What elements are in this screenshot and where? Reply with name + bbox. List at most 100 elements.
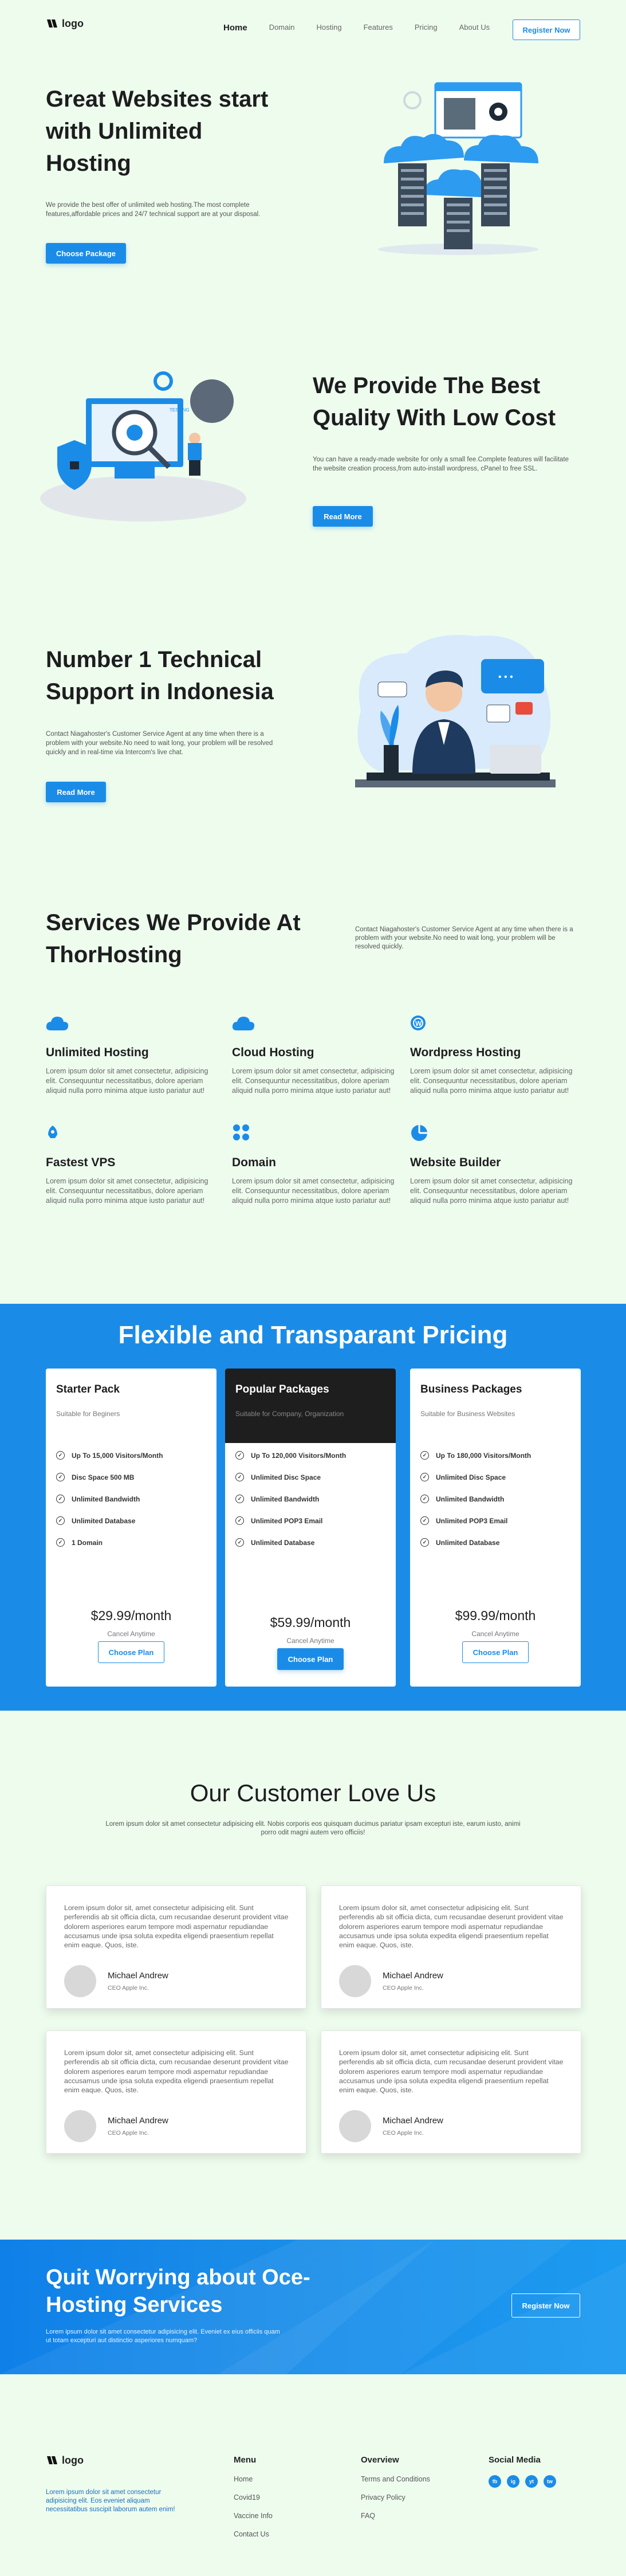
footer-overview-title: Overview xyxy=(361,2455,399,2465)
service-text: Lorem ipsum dolor sit amet consectetur, … xyxy=(46,1067,208,1095)
footer-link-covid19[interactable]: Covid19 xyxy=(234,2493,273,2501)
plan-feature: ✓ Unlimited Disc Space xyxy=(420,1473,570,1481)
service-title: Unlimited Hosting xyxy=(46,1046,149,1059)
plan-feature: ✓ Unlimited Bandwidth xyxy=(420,1495,570,1503)
testimonial-name: Michael Andrew xyxy=(383,1971,443,1981)
plan-feature: ✓ Up To 180,000 Visitors/Month xyxy=(420,1451,570,1460)
footer-link-contact-us[interactable]: Contact Us xyxy=(234,2530,273,2538)
testimonial-text: Lorem ipsum dolor sit, amet consectetur … xyxy=(339,1904,564,1950)
plan-feature: ✓ 1 Domain xyxy=(56,1538,206,1547)
service-title: Fastest VPS xyxy=(46,1156,116,1169)
service-text: Lorem ipsum dolor sit amet consectetur, … xyxy=(410,1067,573,1095)
service-card-wordpress-hosting[interactable]: W Wordpress Hosting Lorem ipsum dolor si… xyxy=(410,1013,576,1096)
logo-text: logo xyxy=(62,2454,84,2466)
nav-link-domain[interactable]: Domain xyxy=(269,23,295,33)
nav-link-about[interactable]: About Us xyxy=(459,23,490,33)
plan-price: $29.99/month xyxy=(90,1608,172,1623)
avatar xyxy=(339,1965,371,1997)
footer-link-privacy[interactable]: Privacy Policy xyxy=(361,2493,430,2501)
footer-overview: Overview Terms and Conditions Privacy Po… xyxy=(361,2455,430,2520)
nav-link-home[interactable]: Home xyxy=(223,23,247,33)
chat-bubble-dots: • • • xyxy=(498,672,513,682)
plan-feature: ✓ Unlimited Database xyxy=(420,1538,570,1547)
check-icon: ✓ xyxy=(235,1451,244,1460)
plan-feature: ✓ Unlimited Database xyxy=(56,1516,206,1525)
testimonial-name: Michael Andrew xyxy=(108,1971,168,1981)
check-icon: ✓ xyxy=(420,1473,429,1481)
service-text: Lorem ipsum dolor sit amet consectetur, … xyxy=(232,1177,395,1205)
check-icon: ✓ xyxy=(56,1538,65,1547)
testimonial-role: CEO Apple Inc. xyxy=(108,1985,149,1991)
wordpress-icon: W xyxy=(411,1015,426,1030)
navbar: logo Home Domain Hosting Features Pricin… xyxy=(46,17,580,40)
service-card-cloud-hosting[interactable]: Cloud Hosting Lorem ipsum dolor sit amet… xyxy=(232,1013,398,1096)
facebook-icon[interactable]: fb xyxy=(489,2475,501,2488)
testimonial-card: Lorem ipsum dolor sit, amet consectetur … xyxy=(46,2030,306,2154)
quality-read-more-button[interactable]: Read More xyxy=(313,506,373,527)
testimonial-text: Lorem ipsum dolor sit, amet consectetur … xyxy=(64,1904,289,1950)
quality-title: We Provide The Best Quality With Low Cos… xyxy=(313,373,556,430)
nav-link-features[interactable]: Features xyxy=(364,23,393,33)
choose-plan-button[interactable]: Choose Plan xyxy=(277,1648,344,1670)
plan-subtitle: Suitable for Business Websites xyxy=(420,1410,515,1418)
hero-illustration xyxy=(378,82,538,255)
services-title: Services We Provide At ThorHosting xyxy=(46,910,301,967)
plan-card-starter: Starter Pack Suitable for Beginers ✓ Up T… xyxy=(46,1369,216,1687)
footer-link-terms[interactable]: Terms and Conditions xyxy=(361,2475,430,2483)
nav-register-button[interactable]: Register Now xyxy=(513,19,580,40)
screen-label: TESTING xyxy=(170,407,190,413)
services-intro: Contact Niagahoster's Customer Service A… xyxy=(355,926,573,950)
footer-logo[interactable]: logo xyxy=(46,2454,84,2467)
testimonial-role: CEO Apple Inc. xyxy=(383,2130,424,2136)
footer-link-faq[interactable]: FAQ xyxy=(361,2512,430,2520)
cta-register-button[interactable]: Register Now xyxy=(511,2293,580,2318)
testimonial-role: CEO Apple Inc. xyxy=(108,2130,149,2136)
twitter-icon[interactable]: tw xyxy=(544,2475,556,2488)
logo-icon xyxy=(47,2456,57,2464)
testimonial-name: Michael Andrew xyxy=(108,2116,168,2126)
plan-name: Starter Pack xyxy=(56,1383,120,1395)
cta-title: Quit Worrying about Oce-Hosting Services xyxy=(46,2265,310,2317)
service-card-unlimited-hosting[interactable]: Unlimited Hosting Lorem ipsum dolor sit … xyxy=(46,1013,212,1096)
plan-price: $99.99/month xyxy=(455,1608,536,1623)
service-text: Lorem ipsum dolor sit amet consectetur, … xyxy=(46,1177,208,1205)
footer-link-home[interactable]: Home xyxy=(234,2475,273,2483)
grid-icon xyxy=(233,1124,249,1140)
check-icon: ✓ xyxy=(420,1538,429,1547)
nav-link-hosting[interactable]: Hosting xyxy=(316,23,341,33)
testimonial-name: Michael Andrew xyxy=(383,2116,443,2126)
avatar xyxy=(64,1965,96,1997)
choose-package-button[interactable]: Choose Package xyxy=(46,243,126,264)
cloud-icon xyxy=(232,1017,255,1030)
check-icon: ✓ xyxy=(56,1495,65,1503)
footer-social-title: Social Media xyxy=(489,2455,541,2465)
plan-cancel-text: Cancel Anytime xyxy=(471,1630,519,1638)
choose-plan-button[interactable]: Choose Plan xyxy=(98,1641,164,1663)
youtube-icon[interactable]: yt xyxy=(525,2475,538,2488)
service-card-fastest-vps[interactable]: Fastest VPS Lorem ipsum dolor sit amet c… xyxy=(46,1123,212,1206)
choose-plan-button[interactable]: Choose Plan xyxy=(462,1641,529,1663)
cta-text: Lorem ipsum dolor sit amet consectetur a… xyxy=(46,2328,280,2344)
plan-feature: ✓ Unlimited Disc Space xyxy=(235,1473,385,1481)
testimonial-text: Lorem ipsum dolor sit, amet consectetur … xyxy=(339,2049,564,2095)
check-icon: ✓ xyxy=(56,1451,65,1460)
nav-links: Home Domain Hosting Features Pricing Abo… xyxy=(223,23,490,33)
avatar xyxy=(64,2110,96,2142)
footer-menu-title: Menu xyxy=(234,2455,257,2465)
plan-feature: ✓ Unlimited Bandwidth xyxy=(235,1495,385,1503)
support-text: Contact Niagahoster's Customer Service A… xyxy=(46,731,273,756)
plan-feature: ✓ Unlimited POP3 Email xyxy=(420,1516,570,1525)
pie-icon xyxy=(411,1125,427,1141)
pricing-title: Flexible and Transparant Pricing xyxy=(118,1321,508,1349)
footer-link-vaccine-info[interactable]: Vaccine Info xyxy=(234,2512,273,2520)
nav-link-pricing[interactable]: Pricing xyxy=(415,23,438,33)
service-card-website-builder[interactable]: Website Builder Lorem ipsum dolor sit am… xyxy=(410,1123,576,1206)
service-card-domain[interactable]: Domain Lorem ipsum dolor sit amet consec… xyxy=(232,1123,398,1206)
plan-feature: ✓ Unlimited Database xyxy=(235,1538,385,1547)
plan-feature: ✓ Unlimited POP3 Email xyxy=(235,1516,385,1525)
support-read-more-button[interactable]: Read More xyxy=(46,782,106,802)
testimonial-card: Lorem ipsum dolor sit, amet consectetur … xyxy=(321,2030,581,2154)
plan-subtitle: Suitable for Beginers xyxy=(56,1410,120,1418)
instagram-icon[interactable]: ig xyxy=(507,2475,519,2488)
rocket-icon xyxy=(48,1126,57,1138)
